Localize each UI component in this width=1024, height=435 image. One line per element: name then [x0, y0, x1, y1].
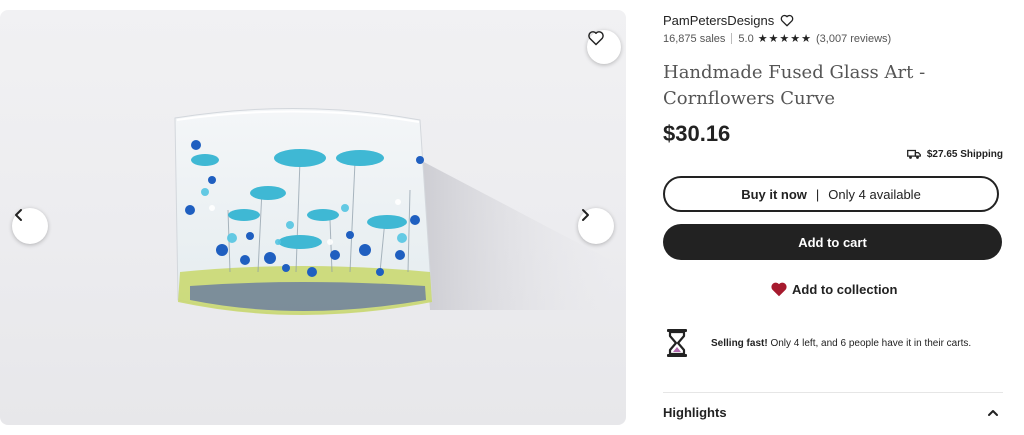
- truck-icon: [906, 149, 921, 159]
- buy-button-separator: |: [815, 186, 820, 202]
- buy-it-now-button[interactable]: Buy it now | Only 4 available: [663, 176, 999, 212]
- selling-fast-text: Selling fast! Only 4 left, and 6 people …: [711, 338, 971, 349]
- previous-image-button[interactable]: [12, 208, 48, 244]
- chevron-left-icon: [15, 209, 22, 221]
- star-rating-icon: ★★★★★: [757, 33, 812, 45]
- chevron-up-icon: [988, 409, 998, 416]
- highlights-section-toggle[interactable]: Highlights: [663, 405, 999, 420]
- meta-divider: [731, 33, 733, 44]
- product-image-panel: [0, 10, 626, 425]
- highlights-heading: Highlights: [663, 405, 727, 420]
- selling-fast-notice: Selling fast! Only 4 left, and 6 people …: [663, 326, 1003, 360]
- price: $30.16: [663, 121, 731, 146]
- add-to-collection-label: Add to collection: [792, 281, 898, 297]
- sales-count: 16,875 sales: [663, 32, 726, 45]
- product-image: [174, 108, 620, 315]
- heart-filled-icon: [771, 282, 787, 297]
- selling-fast-label: Selling fast!: [711, 337, 768, 349]
- hourglass-icon: [667, 329, 687, 357]
- favorite-button[interactable]: [587, 30, 621, 64]
- listing-title: Handmade Fused Glass Art - Cornflowers C…: [663, 62, 926, 109]
- heart-outline-icon: [588, 31, 604, 46]
- shipping-cost: $27.65 Shipping: [926, 148, 1003, 160]
- add-to-cart-button[interactable]: Add to cart: [663, 224, 1002, 260]
- rating-value: 5.0: [738, 32, 754, 45]
- next-image-button[interactable]: [578, 208, 614, 244]
- reviews-link[interactable]: (3,007 reviews): [816, 33, 891, 45]
- shop-header: PamPetersDesigns: [663, 13, 794, 28]
- shop-name-link[interactable]: PamPetersDesigns: [663, 13, 774, 28]
- availability-label: Only 4 available: [828, 186, 921, 202]
- heart-outline-icon[interactable]: [780, 14, 794, 27]
- shop-meta: 16,875 sales 5.0 ★★★★★ (3,007 reviews): [663, 32, 891, 46]
- selling-fast-detail: Only 4 left, and 6 people have it in the…: [767, 337, 972, 349]
- add-to-collection-button[interactable]: Add to collection: [770, 281, 897, 297]
- shipping-info: $27.65 Shipping: [906, 148, 1003, 160]
- section-divider: [663, 392, 1003, 393]
- buy-now-label: Buy it now: [741, 186, 807, 202]
- chevron-right-icon: [582, 209, 589, 221]
